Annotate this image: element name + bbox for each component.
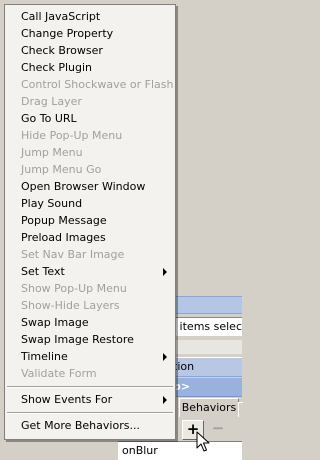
menu-item-label: Check Plugin (21, 61, 93, 74)
submenu-arrow-icon (163, 268, 167, 276)
menu-item-change-property[interactable]: Change Property (5, 25, 175, 42)
selection-info-text: l items select (176, 320, 242, 333)
menu-item-play-sound[interactable]: Play Sound (5, 195, 175, 212)
menu-item-label: Call JavaScript (21, 10, 101, 23)
menu-item-label: Timeline (21, 350, 68, 363)
menu-item-label: Show Events For (21, 393, 113, 406)
remove-behavior-button[interactable]: − (208, 420, 228, 438)
menu-item-label: Drag Layer (21, 95, 82, 108)
menu-item-label: Popup Message (21, 214, 107, 227)
menu-item-label: Open Browser Window (21, 180, 146, 193)
section-label: tion (176, 360, 195, 373)
menu-item-set-text[interactable]: Set Text (5, 263, 175, 280)
tab-behaviors[interactable]: Behaviors (179, 398, 239, 417)
menu-item-check-browser[interactable]: Check Browser (5, 42, 175, 59)
panel-row-blank (176, 340, 242, 354)
menu-item-label: Preload Images (21, 231, 106, 244)
event-label: onBlur (122, 444, 158, 457)
panel-scrollbar-strip (176, 296, 242, 314)
menu-item-jump-menu-go: Jump Menu Go (5, 161, 175, 178)
menu-item-label: Jump Menu (21, 146, 83, 159)
menu-item-label: Swap Image (21, 316, 89, 329)
menu-item-label: Set Nav Bar Image (21, 248, 125, 261)
menu-item-check-plugin[interactable]: Check Plugin (5, 59, 175, 76)
menu-item-preload-images[interactable]: Preload Images (5, 229, 175, 246)
menu-item-show-hide-layers: Show-Hide Layers (5, 297, 175, 314)
panel-row-selection-info: l items select (176, 317, 242, 336)
menu-item-show-events-for[interactable]: Show Events For (5, 391, 175, 408)
panel-row-tag-selector[interactable]: p> (176, 378, 242, 397)
add-behavior-menu: Call JavaScript Change Property Check Br… (4, 4, 176, 440)
menu-item-hide-popup-menu: Hide Pop-Up Menu (5, 127, 175, 144)
menu-item-jump-menu: Jump Menu (5, 144, 175, 161)
menu-item-set-nav-bar-image: Set Nav Bar Image (5, 246, 175, 263)
panel-row-section[interactable]: tion (176, 357, 242, 377)
menu-item-label: Play Sound (21, 197, 83, 210)
menu-item-show-popup-menu: Show Pop-Up Menu (5, 280, 175, 297)
menu-item-timeline[interactable]: Timeline (5, 348, 175, 365)
submenu-arrow-icon (163, 353, 167, 361)
menu-item-label: Set Text (21, 265, 65, 278)
menu-item-call-javascript[interactable]: Call JavaScript (5, 8, 175, 25)
menu-item-drag-layer: Drag Layer (5, 93, 175, 110)
menu-item-get-more-behaviors[interactable]: Get More Behaviors... (5, 417, 175, 434)
menu-item-validate-form: Validate Form (5, 365, 175, 382)
menu-item-label: Jump Menu Go (21, 163, 102, 176)
mouse-pointer-icon (196, 431, 210, 452)
menu-item-label: Control Shockwave or Flash (21, 78, 174, 91)
submenu-arrow-icon (163, 396, 167, 404)
menu-item-label: Show Pop-Up Menu (21, 282, 127, 295)
menu-separator (5, 382, 175, 391)
event-list-row[interactable]: onBlur (118, 441, 242, 460)
menu-item-label: Validate Form (21, 367, 97, 380)
menu-item-popup-message[interactable]: Popup Message (5, 212, 175, 229)
menu-item-label: Get More Behaviors... (21, 419, 140, 432)
menu-item-control-shockwave-flash: Control Shockwave or Flash (5, 76, 175, 93)
menu-item-label: Go To URL (21, 112, 77, 125)
menu-item-open-browser-window[interactable]: Open Browser Window (5, 178, 175, 195)
menu-item-swap-image[interactable]: Swap Image (5, 314, 175, 331)
menu-separator (5, 408, 175, 417)
tag-selector-text: p> (176, 380, 191, 393)
menu-item-label: Hide Pop-Up Menu (21, 129, 123, 142)
menu-item-label: Check Browser (21, 44, 103, 57)
menu-item-label: Show-Hide Layers (21, 299, 120, 312)
menu-item-go-to-url[interactable]: Go To URL (5, 110, 175, 127)
menu-item-label: Swap Image Restore (21, 333, 134, 346)
tab-next-edge[interactable] (238, 402, 243, 417)
menu-item-swap-image-restore[interactable]: Swap Image Restore (5, 331, 175, 348)
menu-item-label: Change Property (21, 27, 114, 40)
